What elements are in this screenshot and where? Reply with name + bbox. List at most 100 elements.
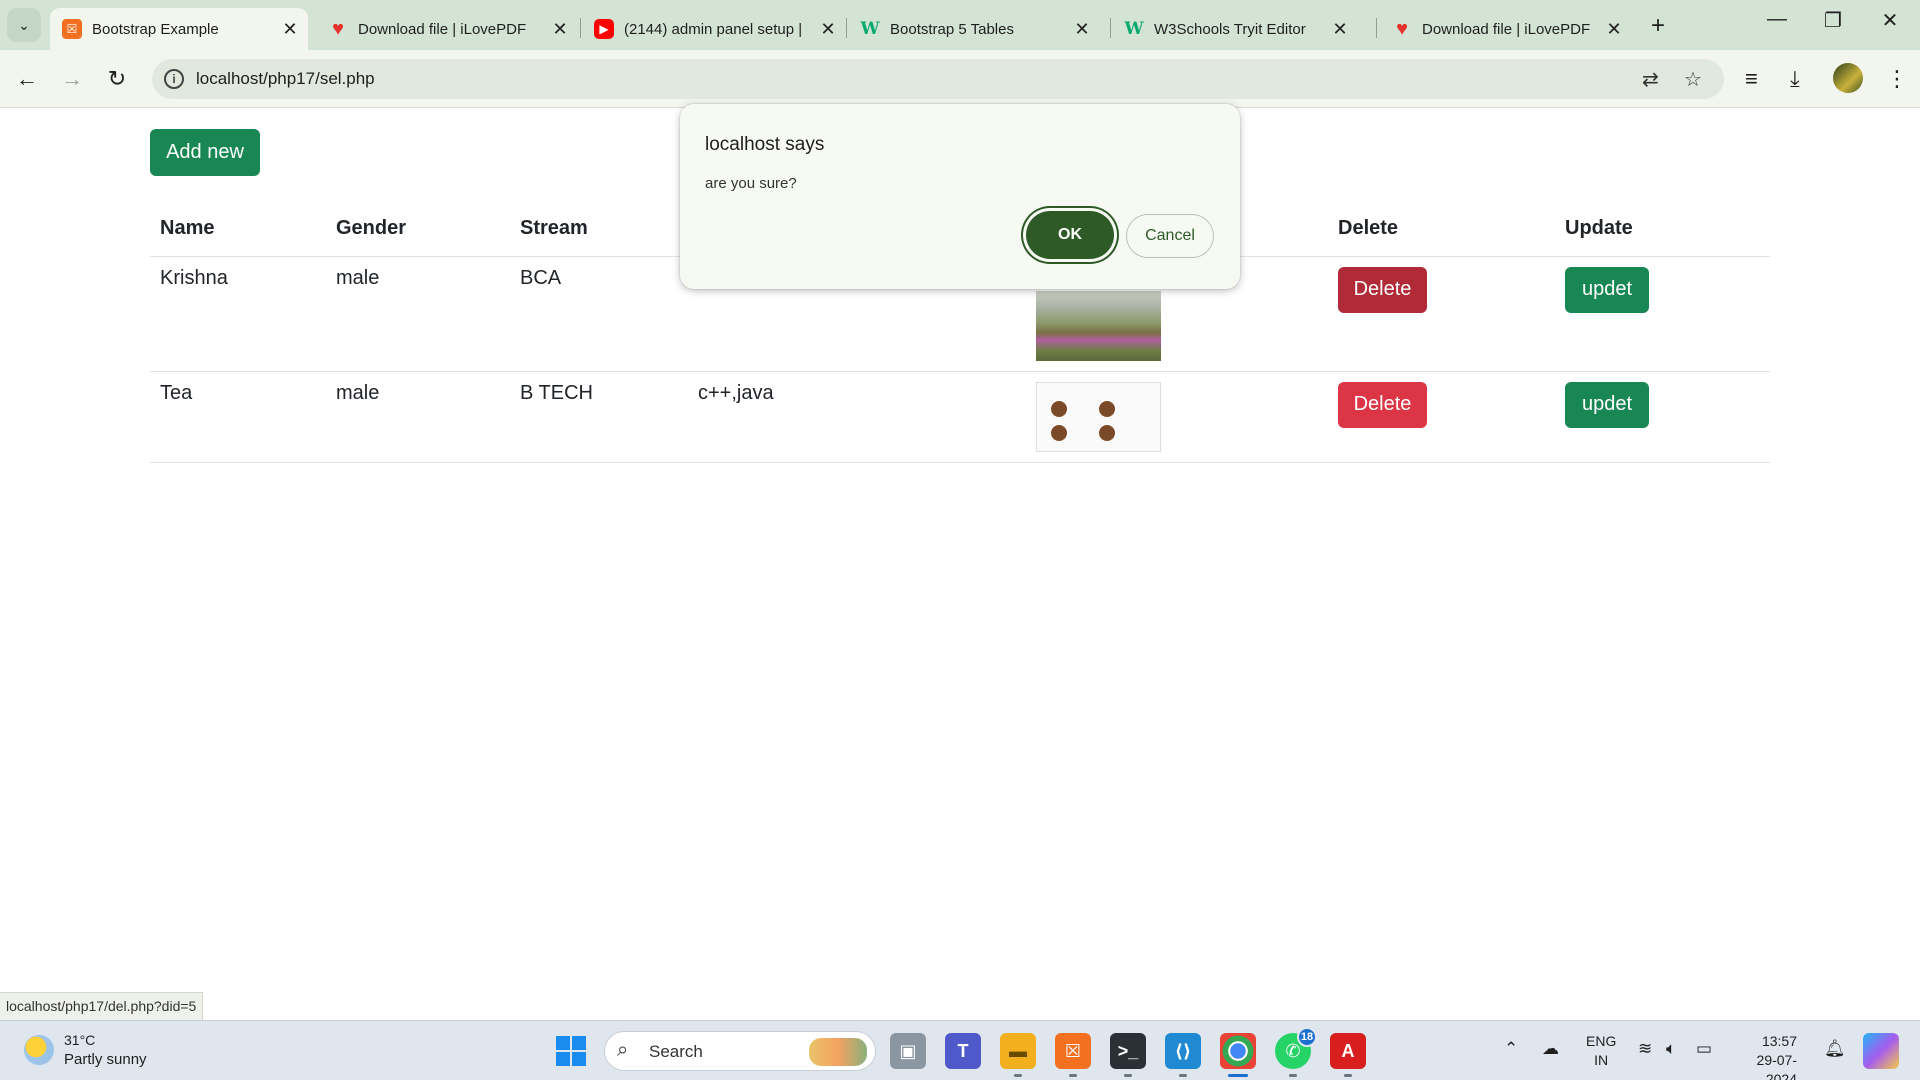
tab-separator <box>1376 18 1377 38</box>
minimize-button[interactable]: — <box>1757 8 1797 31</box>
arrow-right-icon: → <box>61 66 83 91</box>
plus-icon: + <box>1651 12 1666 39</box>
update-button[interactable]: updet <box>1565 381 1649 428</box>
bookmark-star-icon[interactable]: ☆ <box>1684 67 1702 92</box>
w3schools-icon: W <box>860 19 880 39</box>
file-explorer-icon[interactable]: ▬ <box>1000 1033 1036 1077</box>
tab-ilovepdf-1[interactable]: ♥ Download file | iLovePDF ✕ <box>316 8 578 50</box>
site-info-icon[interactable]: i <box>164 69 184 89</box>
chevron-up-icon[interactable]: ⌃ <box>1504 1039 1518 1059</box>
clock-date: 29-07-2024 <box>1756 1052 1797 1080</box>
header-delete: Delete <box>1328 202 1555 257</box>
close-icon[interactable]: ✕ <box>278 19 302 40</box>
clock-time: 13:57 <box>1761 1033 1797 1049</box>
media-control-icon[interactable]: ≡ <box>1745 66 1758 92</box>
cell-name: Krishna <box>150 256 326 372</box>
dialog-title: localhost says <box>705 134 825 155</box>
search-icon: ⌕ <box>617 1039 629 1061</box>
battery-icon[interactable]: ▭ <box>1696 1039 1712 1059</box>
translate-icon[interactable]: ⇄ <box>1642 67 1659 92</box>
forward-button[interactable]: → <box>57 64 87 94</box>
vscode-icon[interactable]: ⟨⟩ <box>1165 1033 1201 1077</box>
arrow-left-icon: ← <box>16 66 38 91</box>
restore-icon: ❐ <box>1824 10 1842 32</box>
notification-bell-icon[interactable]: 🔔︎ <box>1824 1039 1846 1059</box>
tab-separator <box>1110 18 1111 38</box>
back-button[interactable]: ← <box>12 64 42 94</box>
add-new-button[interactable]: Add new <box>150 129 260 176</box>
new-tab-button[interactable]: + <box>1651 12 1665 40</box>
copilot-icon[interactable] <box>1863 1033 1899 1069</box>
thumbnail-dish <box>1099 400 1115 417</box>
weather-description[interactable]: Partly sunny <box>64 1051 147 1068</box>
taskbar-search[interactable]: ⌕ Search <box>604 1031 876 1071</box>
ilovepdf-icon: ♥ <box>1396 17 1408 40</box>
weather-temperature[interactable]: 31°C <box>64 1032 95 1048</box>
notification-badge: 18 <box>1297 1027 1317 1047</box>
close-icon[interactable]: ✕ <box>1328 19 1352 40</box>
tab-youtube[interactable]: ▶ (2144) admin panel setup | ✕ <box>582 8 846 50</box>
task-view-icon[interactable]: ▣ <box>890 1033 926 1069</box>
avatar[interactable] <box>1833 63 1863 93</box>
browser-toolbar: ← → ↻ i localhost/php17/sel.php ⇄ ☆ ≡ ⤓ … <box>0 50 1920 108</box>
dialog-message: are you sure? <box>705 175 797 192</box>
clock[interactable]: 13:57 29-07-2024 <box>1737 1032 1797 1080</box>
menu-dots-icon[interactable]: ⋮ <box>1886 66 1908 92</box>
update-button[interactable]: updet <box>1565 266 1649 313</box>
acrobat-icon[interactable]: A <box>1330 1033 1366 1077</box>
close-icon[interactable]: ✕ <box>816 19 840 40</box>
address-bar[interactable]: i localhost/php17/sel.php ⇄ ☆ <box>152 59 1724 99</box>
tab-tryit-editor[interactable]: W W3Schools Tryit Editor ✕ <box>1112 8 1358 50</box>
header-stream: Stream <box>510 202 688 257</box>
cell-delete: Delete <box>1328 371 1555 463</box>
download-icon[interactable]: ⤓ <box>1790 66 1800 92</box>
cell-image <box>1026 371 1328 463</box>
delete-button[interactable]: Delete <box>1338 266 1427 313</box>
language-indicator[interactable]: ENG IN <box>1586 1032 1616 1070</box>
close-icon[interactable]: ✕ <box>1602 19 1626 40</box>
region-code: IN <box>1594 1052 1609 1068</box>
header-update: Update <box>1555 202 1770 257</box>
tab-bootstrap-tables[interactable]: W Bootstrap 5 Tables ✕ <box>848 8 1100 50</box>
close-icon[interactable]: ✕ <box>1070 19 1094 40</box>
close-icon[interactable]: ✕ <box>548 19 572 40</box>
cell-name: Tea <box>150 371 326 463</box>
cell-stream: B TECH <box>510 371 688 463</box>
onedrive-icon[interactable]: ☁ <box>1542 1039 1559 1059</box>
url-text[interactable]: localhost/php17/sel.php <box>196 69 375 89</box>
reload-icon: ↻ <box>107 66 127 91</box>
cell-subjects: c++,java <box>688 371 1026 463</box>
table-row: Tea male B TECH c++,java Delete updet <box>150 371 1770 463</box>
webpage-thumbnail <box>1036 381 1161 452</box>
terminal-icon[interactable]: >_ <box>1110 1033 1146 1077</box>
chrome-icon[interactable] <box>1220 1033 1256 1077</box>
close-window-button[interactable]: ✕ <box>1870 8 1910 33</box>
cell-update: updet <box>1555 256 1770 372</box>
minimize-icon: — <box>1767 8 1787 30</box>
tab-search-button[interactable]: ⌄ <box>7 8 41 42</box>
weather-icon[interactable] <box>24 1035 54 1065</box>
header-gender: Gender <box>326 202 510 257</box>
tab-ilovepdf-2[interactable]: ♥ Download file | iLovePDF ✕ <box>1380 8 1632 50</box>
thumbnail-dish <box>1051 400 1067 417</box>
delete-button[interactable]: Delete <box>1338 381 1427 428</box>
xampp-icon[interactable]: ☒ <box>1055 1033 1091 1077</box>
volume-icon[interactable]: 🔈︎ <box>1666 1039 1676 1059</box>
whatsapp-icon[interactable]: ✆ 18 <box>1275 1027 1317 1077</box>
thumbnail-dish <box>1099 424 1115 441</box>
restore-button[interactable]: ❐ <box>1813 8 1853 33</box>
cell-gender: male <box>326 256 510 372</box>
windows-start-icon[interactable] <box>556 1036 586 1066</box>
tab-bootstrap-example[interactable]: ☒ Bootstrap Example ✕ <box>50 8 308 50</box>
teams-icon[interactable]: T <box>945 1033 981 1069</box>
chevron-down-icon: ⌄ <box>18 16 30 33</box>
wifi-icon[interactable]: ≋ <box>1638 1039 1652 1059</box>
tab-strip: ⌄ ☒ Bootstrap Example ✕ ♥ Download file … <box>0 0 1920 50</box>
cancel-button[interactable]: Cancel <box>1126 214 1214 258</box>
ok-button[interactable]: OK <box>1026 211 1114 259</box>
xampp-icon: ☒ <box>62 19 82 39</box>
ilovepdf-icon: ♥ <box>332 17 344 40</box>
reload-button[interactable]: ↻ <box>102 64 132 94</box>
cell-gender: male <box>326 371 510 463</box>
tab-separator <box>846 18 847 38</box>
